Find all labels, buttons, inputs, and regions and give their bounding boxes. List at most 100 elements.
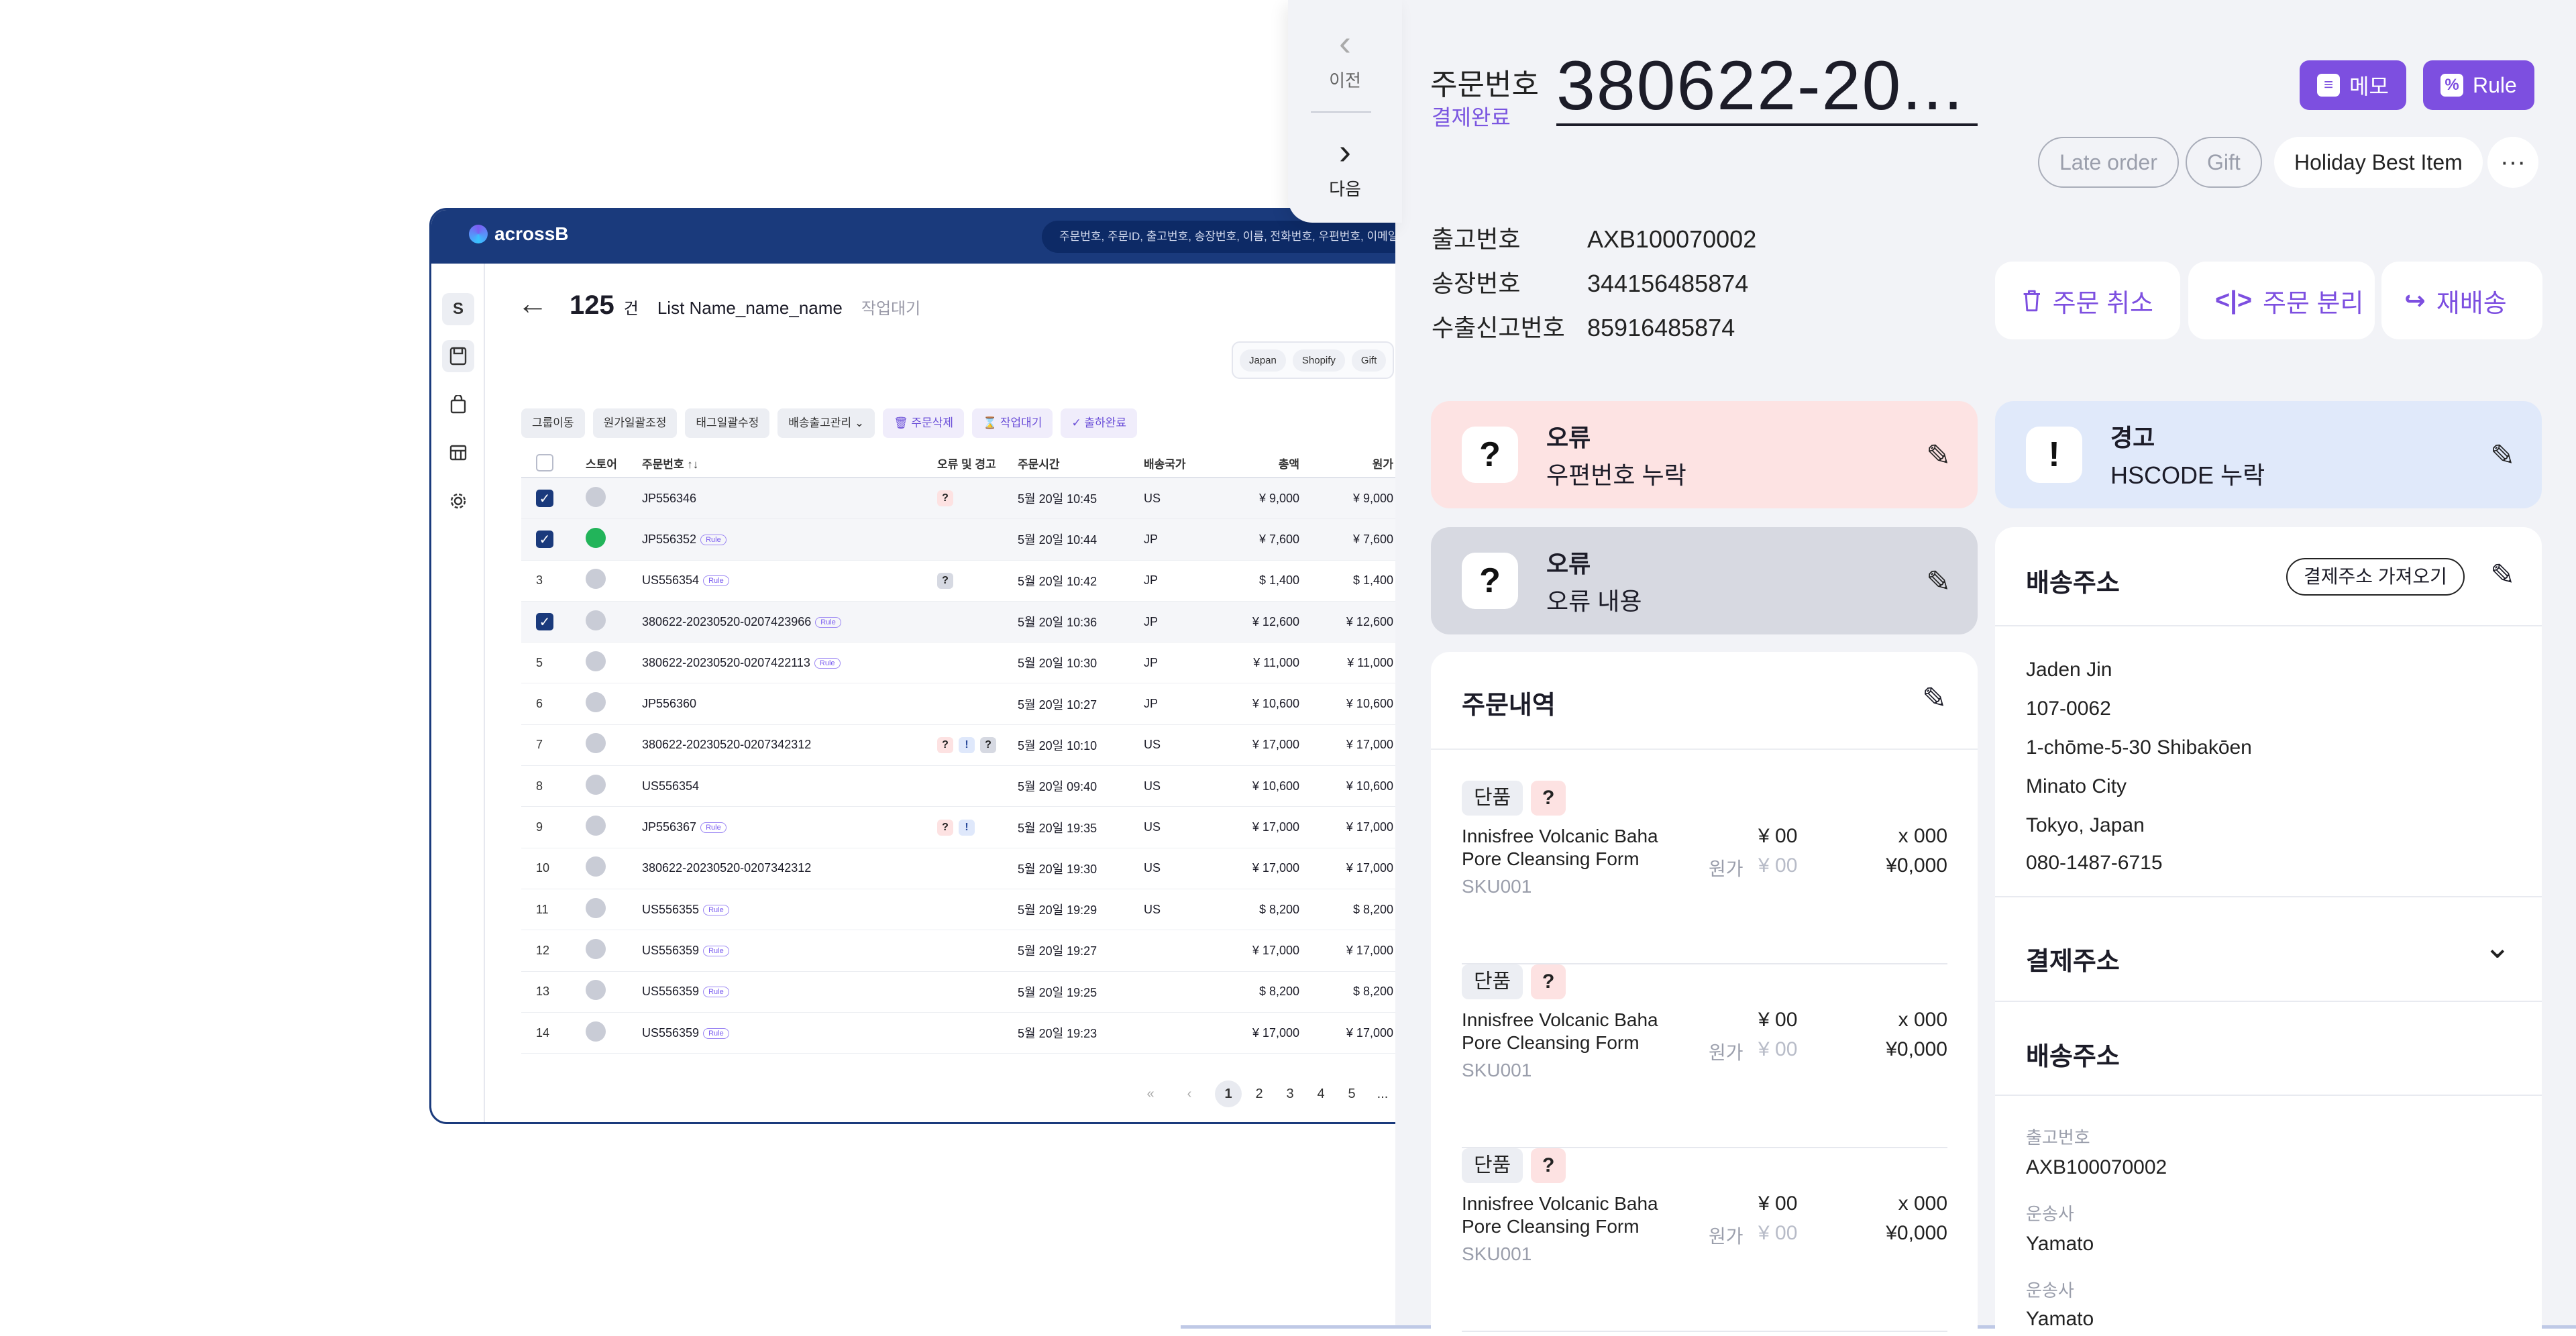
table-row[interactable]: 11 US556355 Rule 5월 20일 19:29 US $ 8,200 $ 8,2… (521, 889, 1434, 931)
shipping-manage-dropdown[interactable]: 배송출고관리 ⌄ (777, 408, 875, 438)
order-number-cell[interactable]: 380622-20230520-0207342312 (642, 861, 811, 875)
table-row[interactable]: ✓ JP556352 Rule 5월 20일 10:44 JP ¥ 7,600 ¥ 7,60… (521, 519, 1434, 561)
edit-pencil-icon[interactable]: ✎ (2490, 439, 2515, 473)
filter-chip-gift[interactable]: Gift (1351, 349, 1387, 372)
error-badge-icon[interactable]: ? (937, 736, 953, 753)
tag-bulk-button[interactable]: 태그일괄수정 (685, 408, 770, 438)
row-number[interactable]: 11 (536, 903, 549, 917)
row-checkbox[interactable]: ✓ (536, 613, 553, 631)
group-move-button[interactable]: 그룹이동 (521, 408, 585, 438)
order-number-cell[interactable]: 380622-20230520-0207342312 (642, 738, 811, 752)
col-time[interactable]: 주문시간 (1018, 455, 1060, 471)
order-number-cell[interactable]: US556359 Rule (642, 944, 729, 958)
edit-pencil-icon[interactable]: ✎ (1926, 565, 1951, 599)
row-number[interactable]: 9 (536, 820, 543, 834)
row-number[interactable]: 8 (536, 779, 543, 793)
table-row[interactable]: 10 380622-20230520-0207342312 5월 20일 19:30… (521, 848, 1434, 889)
order-number-cell[interactable]: US556354 Rule (642, 573, 729, 588)
more-options-icon[interactable]: ··· (2487, 137, 2538, 188)
warning-badge-icon[interactable]: ! (959, 736, 975, 753)
row-number[interactable]: 3 (536, 573, 543, 588)
gear-icon[interactable] (442, 485, 474, 517)
order-number-cell[interactable]: 380622-20230520-0207423966 Rule (642, 615, 841, 629)
row-number[interactable]: 12 (536, 944, 549, 958)
order-number-cell[interactable]: US556359 Rule (642, 1026, 729, 1040)
rule-button[interactable]: % Rule (2423, 60, 2534, 110)
col-total[interactable]: 총액 (1205, 455, 1299, 471)
row-number[interactable]: 13 (536, 985, 549, 999)
error-badge-icon[interactable]: ? (980, 736, 996, 753)
order-number-field[interactable]: 380622-20... (1556, 50, 1978, 126)
split-order-button[interactable]: <|> 주문 분리 (2188, 262, 2375, 339)
page-number-button[interactable]: 5 (1338, 1080, 1365, 1107)
edit-pencil-icon[interactable]: ✎ (2490, 558, 2515, 592)
order-number-cell[interactable]: US556359 Rule (642, 985, 729, 999)
filter-chip-shopify[interactable]: Shopify (1292, 349, 1345, 372)
tag-gift[interactable]: Gift (2186, 137, 2262, 188)
col-cost[interactable]: 원가 (1299, 455, 1393, 471)
col-errors[interactable]: 오류 및 경고 (937, 455, 996, 471)
order-number-cell[interactable]: US556354 (642, 779, 699, 793)
first-page-icon[interactable]: « (1137, 1080, 1164, 1107)
table-row[interactable]: ✓ JP556346? 5월 20일 10:45 US ¥ 9,000 ¥ 9,000 (521, 478, 1434, 520)
table-row[interactable]: 3 US556354 Rule? 5월 20일 10:42 JP $ 1,400 $ 1,4… (521, 561, 1434, 602)
order-number-cell[interactable]: JP556360 (642, 697, 696, 711)
page-number-button[interactable]: 2 (1246, 1080, 1273, 1107)
prev-order-button[interactable]: ‹ 이전 (1288, 23, 1402, 92)
table-row[interactable]: ✓ 380622-20230520-0207423966 Rule 5월 20일 10… (521, 601, 1434, 643)
tag-holiday-best-item[interactable]: Holiday Best Item (2274, 137, 2483, 188)
row-number[interactable]: 7 (536, 738, 543, 752)
billing-address-toggle[interactable]: 결제주소 (2026, 940, 2120, 977)
order-number-cell[interactable]: US556355 Rule (642, 903, 729, 917)
edit-pencil-icon[interactable]: ✎ (1926, 439, 1951, 473)
order-item[interactable]: 단품 ? Innisfree Volcanic Baha Pore Cleans… (1462, 781, 1947, 964)
table-row[interactable]: 12 US556359 Rule 5월 20일 19:27 ¥ 17,000 ¥ 17,0… (521, 930, 1434, 972)
row-number[interactable]: 14 (536, 1026, 549, 1040)
workspace-avatar[interactable]: S (442, 293, 474, 325)
prev-page-icon[interactable]: ‹ (1176, 1080, 1203, 1107)
table-row[interactable]: 9 JP556367 Rule?! 5월 20일 19:35 US ¥ 17,000 ¥ 1… (521, 807, 1434, 848)
table-row[interactable]: 8 US556354 5월 20일 09:40 US ¥ 10,600 ¥ 10,600 (521, 766, 1434, 808)
fetch-billing-address-button[interactable]: 결제주소 가져오기 (2286, 558, 2465, 596)
page-number-button[interactable]: 1 (1215, 1080, 1242, 1107)
order-number-cell[interactable]: 380622-20230520-0207422113 Rule (642, 656, 841, 670)
global-search-input[interactable]: 주문번호, 주문ID, 출고번호, 송장번호, 이름, 전화번호, 우편번호, … (1042, 221, 1434, 253)
error-badge-icon[interactable]: ? (937, 490, 953, 507)
row-checkbox[interactable]: ✓ (536, 490, 553, 508)
page-number-button[interactable]: 4 (1307, 1080, 1334, 1107)
order-item[interactable]: 단품 ? Innisfree Volcanic Baha Pore Cleans… (1462, 1148, 1947, 1332)
error-badge-icon[interactable]: ? (937, 572, 953, 589)
filter-chip-japan[interactable]: Japan (1240, 349, 1286, 372)
back-arrow-icon[interactable]: ← (517, 285, 548, 321)
order-item[interactable]: 단품 ? Innisfree Volcanic Baha Pore Cleans… (1462, 964, 1947, 1148)
row-checkbox[interactable]: ✓ (536, 531, 553, 549)
resend-button[interactable]: ↪ 재배송 (2381, 262, 2542, 339)
col-country[interactable]: 배송국가 (1144, 455, 1186, 471)
row-number[interactable]: 10 (536, 861, 549, 875)
memo-button[interactable]: ≡ 메모 (2300, 60, 2406, 110)
order-number-cell[interactable]: JP556367 Rule (642, 820, 727, 834)
warning-badge-icon[interactable]: ! (959, 819, 975, 836)
col-store[interactable]: 스토어 (586, 455, 617, 471)
table-row[interactable]: 6 JP556360 5월 20일 10:27 JP ¥ 10,600 ¥ 10,600 (521, 683, 1434, 725)
error-badge-icon[interactable]: ? (937, 819, 953, 836)
table-row[interactable]: 14 US556359 Rule 5월 20일 19:23 ¥ 17,000 ¥ 17,0… (521, 1013, 1434, 1054)
edit-pencil-icon[interactable]: ✎ (1922, 681, 1947, 716)
order-number-cell[interactable]: JP556352 Rule (642, 533, 727, 547)
page-number-button[interactable]: 3 (1277, 1080, 1303, 1107)
next-order-button[interactable]: › 다음 (1288, 131, 1402, 201)
ship-done-button[interactable]: ✓ 출하완료 (1061, 408, 1137, 438)
cancel-order-button[interactable]: 주문 취소 (1995, 262, 2180, 339)
wait-button[interactable]: ⌛ 작업대기 (971, 408, 1053, 438)
cost-bulk-button[interactable]: 원가일괄조정 (592, 408, 678, 438)
table-row[interactable]: 5 380622-20230520-0207422113 Rule 5월 20일 10… (521, 643, 1434, 684)
store-icon[interactable] (442, 437, 474, 469)
app-logo[interactable]: acrossB (469, 223, 569, 245)
orders-nav-icon[interactable] (442, 340, 474, 372)
order-number-cell[interactable]: JP556346 (642, 492, 696, 506)
select-all-checkbox[interactable] (536, 454, 553, 471)
row-number[interactable]: 5 (536, 656, 543, 670)
table-row[interactable]: 13 US556359 Rule 5월 20일 19:25 $ 8,200 $ 8,200 (521, 972, 1434, 1013)
tag-late-order[interactable]: Late order (2038, 137, 2179, 188)
bag-icon[interactable] (442, 388, 474, 421)
